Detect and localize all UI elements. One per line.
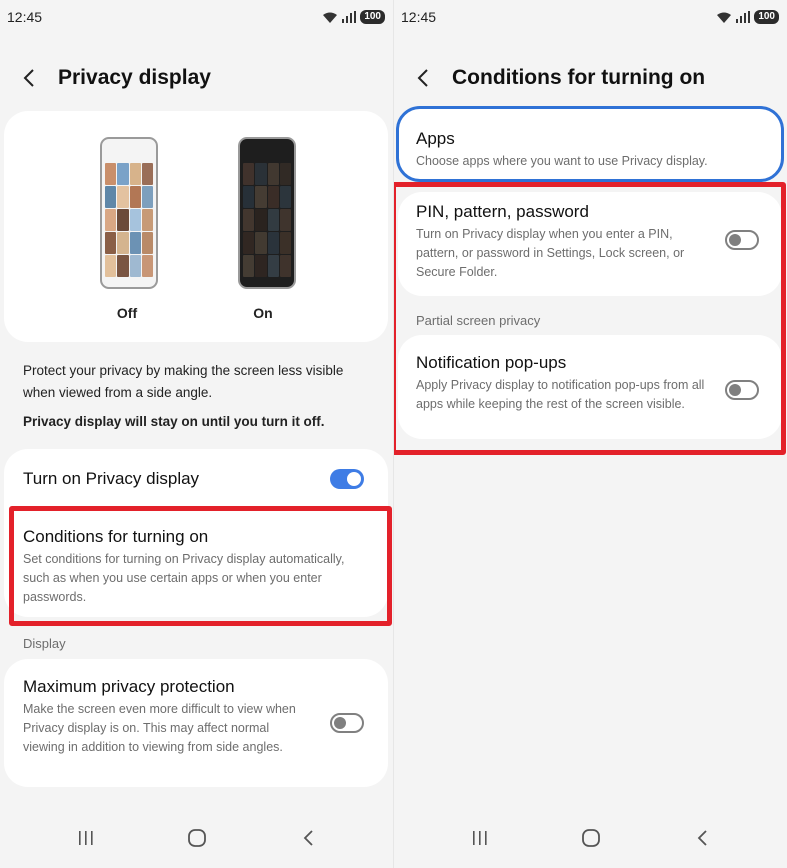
- status-time: 12:45: [401, 9, 437, 25]
- notification-toggle[interactable]: [725, 380, 759, 400]
- phone-off-illustration: [100, 137, 158, 289]
- max-privacy-card[interactable]: Maximum privacy protection Make the scre…: [4, 659, 388, 787]
- notification-card[interactable]: Notification pop-ups Apply Privacy displ…: [398, 335, 782, 439]
- display-section-label: Display: [23, 636, 66, 651]
- recents-icon: [78, 831, 93, 845]
- recents-button[interactable]: [61, 818, 111, 858]
- page-title: Privacy display: [58, 66, 211, 89]
- conditions-screen: 12:45 100 Conditions for turning on Apps…: [394, 0, 787, 868]
- home-button[interactable]: [172, 818, 222, 858]
- wifi-icon: [323, 12, 338, 23]
- back-button[interactable]: [394, 58, 452, 98]
- nav-back-icon: [303, 830, 313, 846]
- nav-back-icon: [697, 830, 707, 846]
- wifi-icon: [717, 12, 732, 23]
- recents-button[interactable]: [455, 818, 505, 858]
- pin-desc: Turn on Privacy display when you enter a…: [416, 227, 685, 279]
- intro-bold-text: Privacy display will stay on until you t…: [23, 414, 325, 429]
- off-label: Off: [116, 305, 138, 321]
- pin-title: PIN, pattern, password: [416, 202, 589, 221]
- home-icon: [581, 829, 600, 847]
- apps-card[interactable]: Apps Choose apps where you want to use P…: [396, 106, 784, 182]
- privacy-display-screen: 12:45 100 Privacy display Off On Protect…: [0, 0, 393, 868]
- back-button[interactable]: [0, 58, 58, 98]
- page-header: Privacy display: [0, 58, 393, 98]
- back-arrow-icon: [23, 69, 34, 87]
- on-label: On: [253, 305, 273, 321]
- page-header: Conditions for turning on: [394, 58, 787, 98]
- phone-on-illustration: [238, 137, 296, 289]
- recents-icon: [472, 831, 487, 845]
- partial-section-label: Partial screen privacy: [416, 313, 541, 328]
- conditions-row[interactable]: Conditions for turning on Set conditions…: [4, 523, 388, 613]
- conditions-title: Conditions for turning on: [23, 527, 209, 546]
- turn-on-row[interactable]: Turn on Privacy display: [4, 449, 388, 507]
- status-time: 12:45: [7, 9, 43, 25]
- pin-toggle[interactable]: [725, 230, 759, 250]
- signal-icon: [342, 11, 357, 23]
- notification-desc: Apply Privacy display to notification po…: [416, 378, 705, 411]
- home-icon: [187, 829, 206, 847]
- battery-icon: 100: [360, 10, 385, 24]
- max-privacy-toggle[interactable]: [330, 713, 364, 733]
- pin-card[interactable]: PIN, pattern, password Turn on Privacy d…: [398, 192, 782, 296]
- preview-card: Off On: [4, 111, 388, 342]
- apps-title: Apps: [416, 129, 455, 148]
- conditions-desc: Set conditions for turning on Privacy di…: [23, 552, 345, 604]
- nav-back-button[interactable]: [677, 818, 727, 858]
- home-button[interactable]: [566, 818, 616, 858]
- nav-bar: [394, 808, 787, 868]
- max-privacy-title: Maximum privacy protection: [23, 677, 235, 696]
- max-privacy-desc: Make the screen even more difficult to v…: [23, 702, 296, 754]
- back-arrow-icon: [417, 69, 428, 87]
- signal-icon: [736, 11, 751, 23]
- notification-title: Notification pop-ups: [416, 353, 567, 372]
- nav-bar: [0, 808, 393, 868]
- status-bar: 12:45 100: [394, 0, 787, 34]
- main-settings-card: Turn on Privacy display Conditions for t…: [4, 449, 388, 617]
- nav-back-button[interactable]: [283, 818, 333, 858]
- turn-on-toggle[interactable]: [330, 469, 364, 489]
- status-bar: 12:45 100: [0, 0, 393, 34]
- intro-text: Protect your privacy by making the scree…: [23, 363, 344, 400]
- apps-desc: Choose apps where you want to use Privac…: [416, 154, 708, 168]
- page-title: Conditions for turning on: [452, 66, 706, 89]
- turn-on-title: Turn on Privacy display: [23, 469, 200, 488]
- battery-icon: 100: [754, 10, 779, 24]
